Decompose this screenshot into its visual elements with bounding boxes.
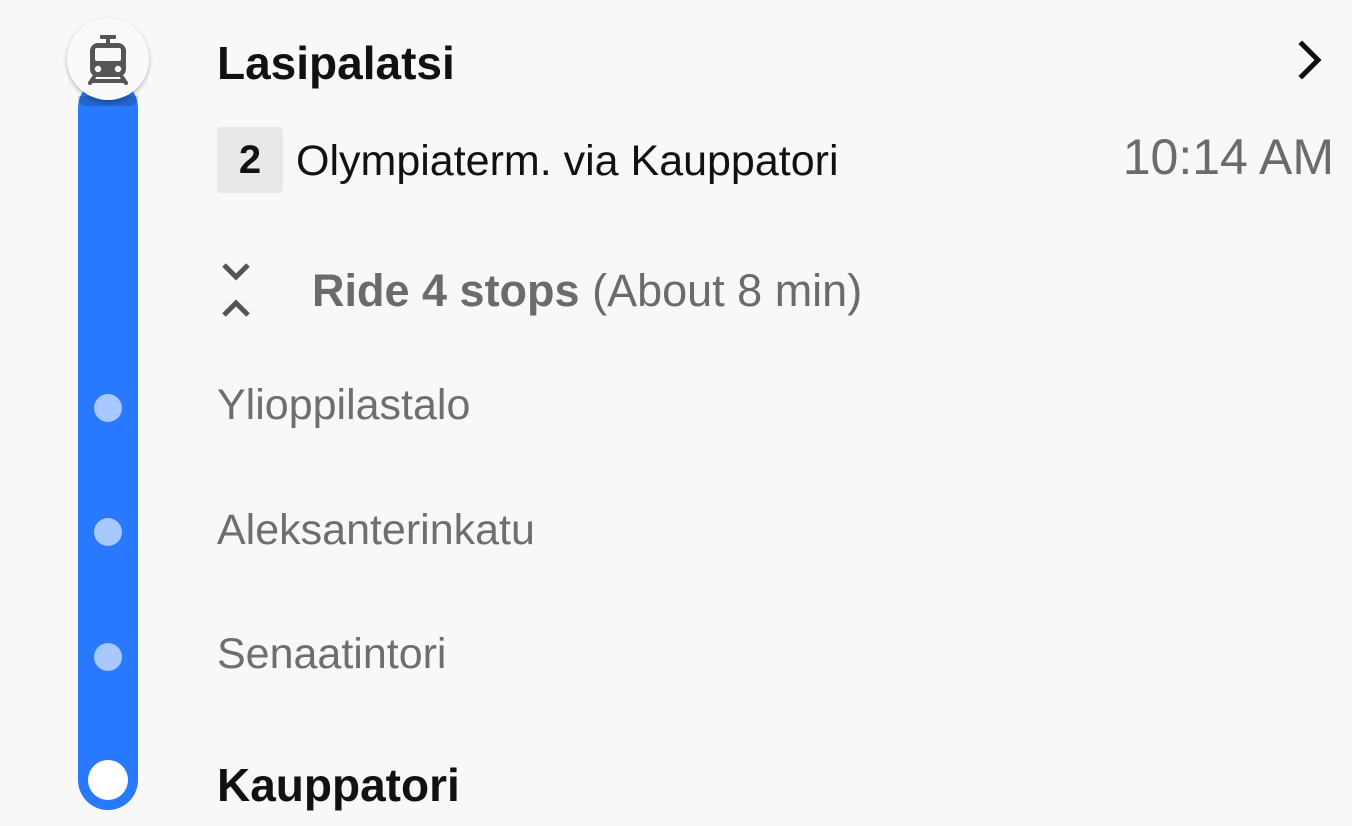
- intermediate-stop-dot: [94, 643, 122, 671]
- chevron-right-icon[interactable]: [1290, 40, 1330, 80]
- line-number-badge: 2: [217, 127, 283, 193]
- origin-stop-name: Lasipalatsi: [217, 37, 455, 89]
- tram-icon-badge: [67, 18, 149, 100]
- intermediate-stop-name: Aleksanterinkatu: [217, 506, 535, 554]
- tram-icon: [88, 35, 128, 85]
- intermediate-stop-name: Senaatintori: [217, 630, 447, 678]
- destination-stop-name: Kauppatori: [217, 759, 460, 811]
- line-headsign: Olympiaterm. via Kauppatori: [296, 137, 839, 185]
- departure-time: 10:14 AM: [1122, 129, 1334, 185]
- ride-summary: Ride 4 stops (About 8 min): [312, 265, 862, 317]
- ride-stops-toggle[interactable]: Ride 4 stops (About 8 min): [210, 258, 862, 324]
- transit-step-detail: Lasipalatsi 2 Olympiaterm. via Kauppator…: [0, 0, 1352, 826]
- destination-stop-marker: [88, 760, 128, 800]
- intermediate-stop-dot: [94, 518, 122, 546]
- ride-stops-label: Ride 4 stops: [312, 265, 580, 316]
- ride-duration-label: (About 8 min): [592, 265, 863, 316]
- intermediate-stop-name: Ylioppilastalo: [217, 381, 471, 429]
- expand-collapse-icon[interactable]: [210, 258, 262, 324]
- intermediate-stop-dot: [94, 394, 122, 422]
- route-line: [78, 78, 138, 810]
